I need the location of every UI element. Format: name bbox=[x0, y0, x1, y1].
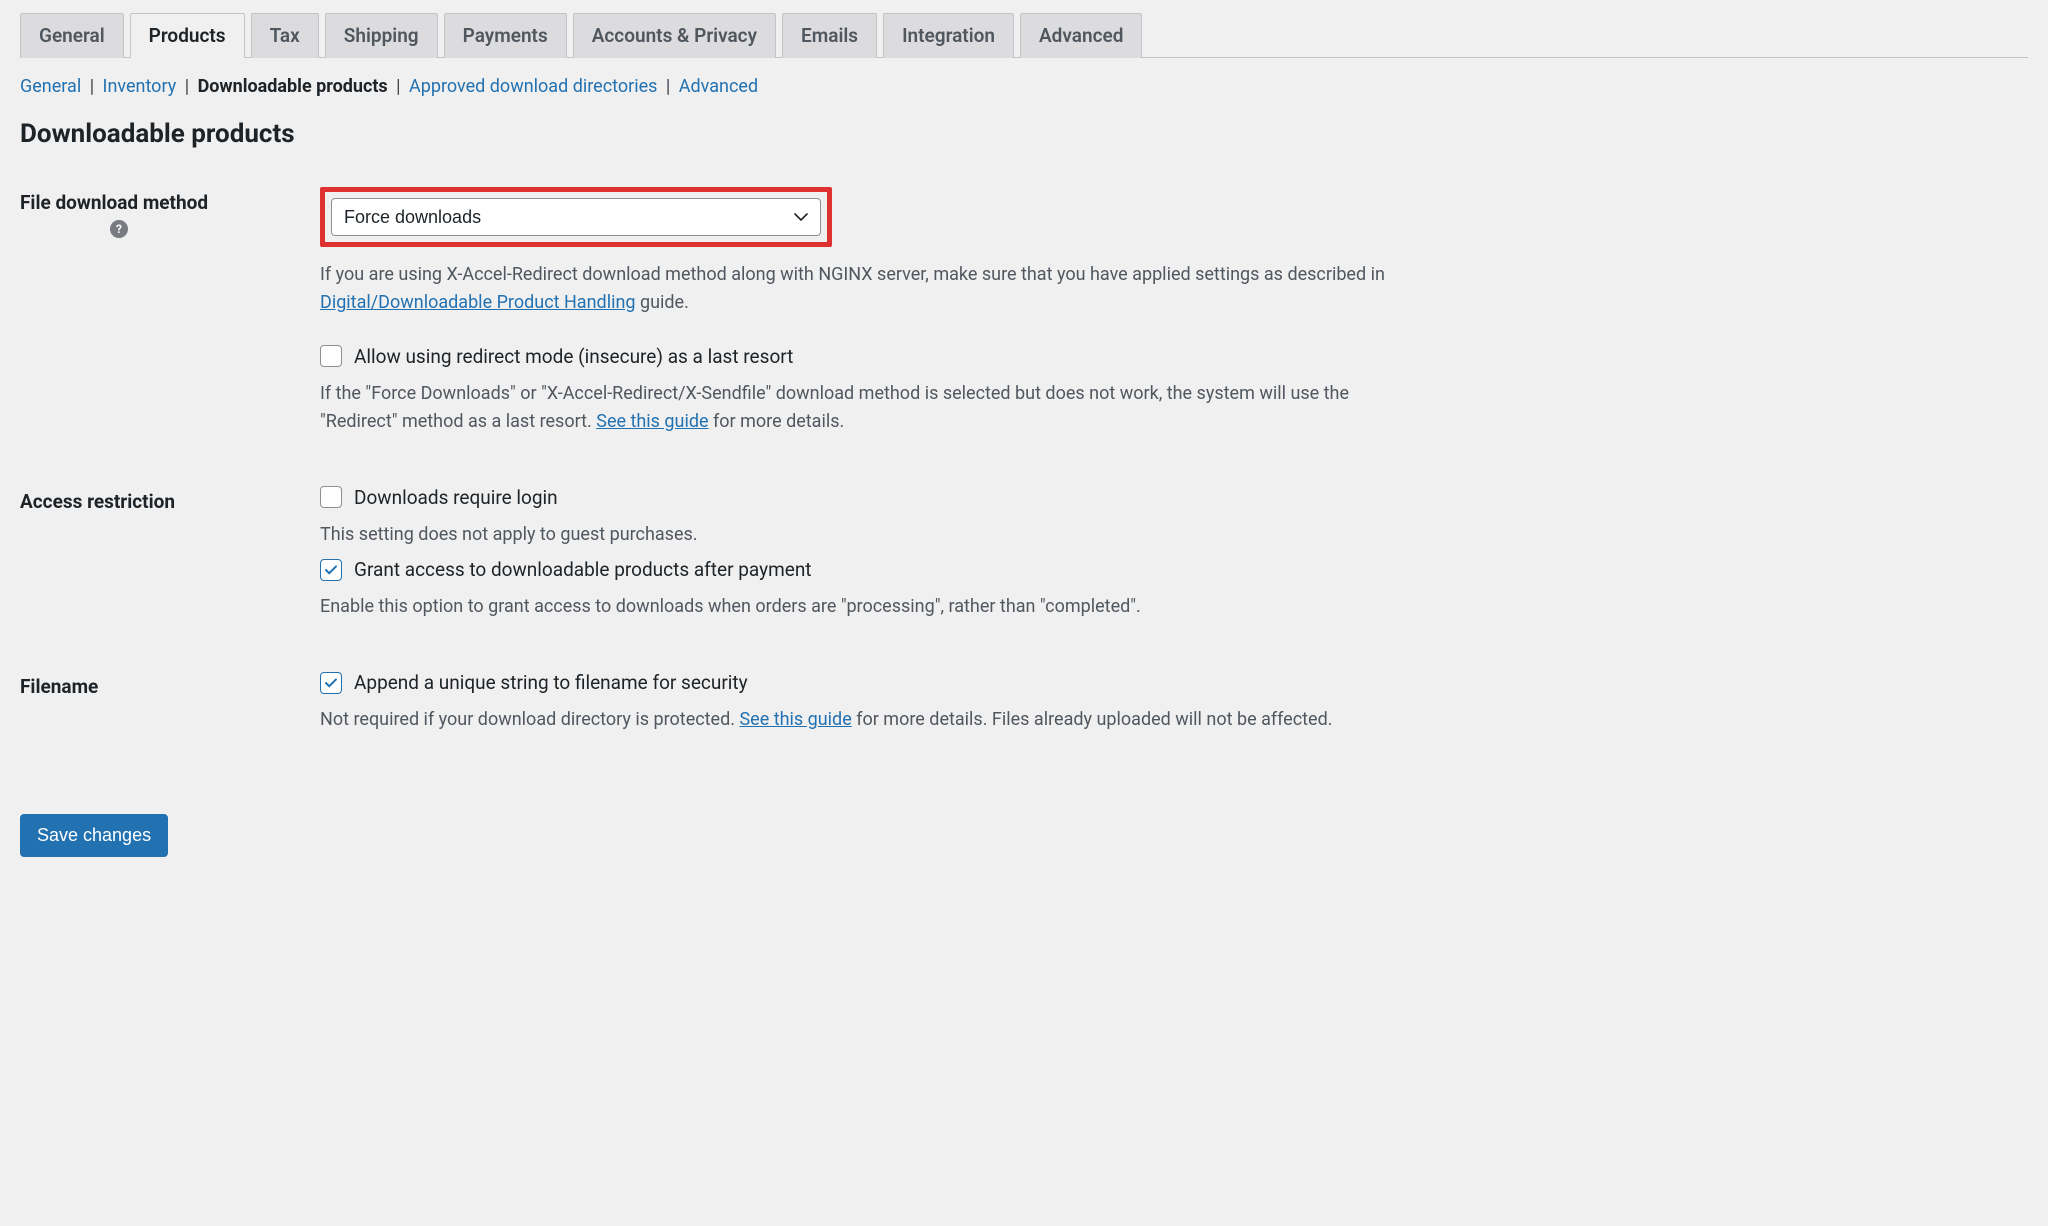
desc-text: If you are using X-Accel-Redirect downlo… bbox=[320, 264, 1385, 285]
desc-text: for more details. Files already uploaded… bbox=[852, 709, 1333, 730]
separator: | bbox=[185, 76, 194, 97]
desc-require-login: This setting does not apply to guest pur… bbox=[320, 521, 1410, 549]
subnav-advanced[interactable]: Advanced bbox=[679, 76, 758, 97]
link-digital-downloadable-handling[interactable]: Digital/Downloadable Product Handling bbox=[320, 292, 636, 313]
label-allow-redirect[interactable]: Allow using redirect mode (insecure) as … bbox=[354, 345, 793, 368]
desc-append-unique-string: Not required if your download directory … bbox=[320, 706, 1410, 734]
highlight-box: Force downloads bbox=[320, 187, 832, 247]
checkbox-grant-access-after-payment[interactable] bbox=[320, 559, 342, 581]
label-append-unique-string[interactable]: Append a unique string to filename for s… bbox=[354, 671, 748, 694]
row-file-download-method: File download method ? Force downloads I… bbox=[20, 187, 2028, 436]
tab-tax[interactable]: Tax bbox=[251, 13, 319, 58]
subnav-inventory[interactable]: Inventory bbox=[103, 76, 177, 97]
link-see-guide-filename[interactable]: See this guide bbox=[739, 709, 851, 730]
separator: | bbox=[396, 76, 405, 97]
desc-text: for more details. bbox=[709, 411, 845, 432]
desc-grant-access: Enable this option to grant access to do… bbox=[320, 593, 1410, 621]
link-see-guide-redirect[interactable]: See this guide bbox=[596, 411, 708, 432]
file-download-method-description: If you are using X-Accel-Redirect downlo… bbox=[320, 261, 1410, 317]
separator: | bbox=[666, 76, 675, 97]
tab-emails[interactable]: Emails bbox=[782, 13, 877, 58]
page-title: Downloadable products bbox=[20, 119, 2028, 149]
separator: | bbox=[90, 76, 99, 97]
subnav-downloadable-products[interactable]: Downloadable products bbox=[198, 76, 388, 97]
row-access-restriction: Access restriction Downloads require log… bbox=[20, 486, 2028, 622]
tab-accounts-privacy[interactable]: Accounts & Privacy bbox=[573, 13, 776, 58]
label-filename: Filename bbox=[20, 675, 98, 698]
subnav-general[interactable]: General bbox=[20, 76, 81, 97]
subsection-nav: General | Inventory | Downloadable produ… bbox=[20, 76, 2028, 97]
checkbox-allow-redirect[interactable] bbox=[320, 345, 342, 367]
label-access-restriction: Access restriction bbox=[20, 490, 175, 513]
checkbox-downloads-require-login[interactable] bbox=[320, 486, 342, 508]
settings-tabs: General Products Tax Shipping Payments A… bbox=[20, 12, 2028, 58]
tab-integration[interactable]: Integration bbox=[883, 13, 1014, 58]
tab-general[interactable]: General bbox=[20, 13, 124, 58]
file-download-method-select[interactable]: Force downloads bbox=[331, 198, 821, 236]
label-file-download-method: File download method bbox=[20, 191, 208, 214]
row-filename: Filename Append a unique string to filen… bbox=[20, 671, 2028, 734]
tab-shipping[interactable]: Shipping bbox=[325, 13, 438, 58]
tab-advanced[interactable]: Advanced bbox=[1020, 13, 1142, 58]
help-icon[interactable]: ? bbox=[110, 220, 128, 238]
checkbox-append-unique-string[interactable] bbox=[320, 672, 342, 694]
desc-text: Not required if your download directory … bbox=[320, 709, 739, 730]
desc-text: guide. bbox=[636, 292, 689, 313]
desc-allow-redirect: If the "Force Downloads" or "X-Accel-Red… bbox=[320, 380, 1410, 436]
label-downloads-require-login[interactable]: Downloads require login bbox=[354, 486, 558, 509]
tab-products[interactable]: Products bbox=[130, 13, 245, 58]
save-button[interactable]: Save changes bbox=[20, 814, 168, 857]
tab-payments[interactable]: Payments bbox=[444, 13, 567, 58]
label-grant-access-after-payment[interactable]: Grant access to downloadable products af… bbox=[354, 558, 812, 581]
subnav-approved-download-directories[interactable]: Approved download directories bbox=[409, 76, 657, 97]
